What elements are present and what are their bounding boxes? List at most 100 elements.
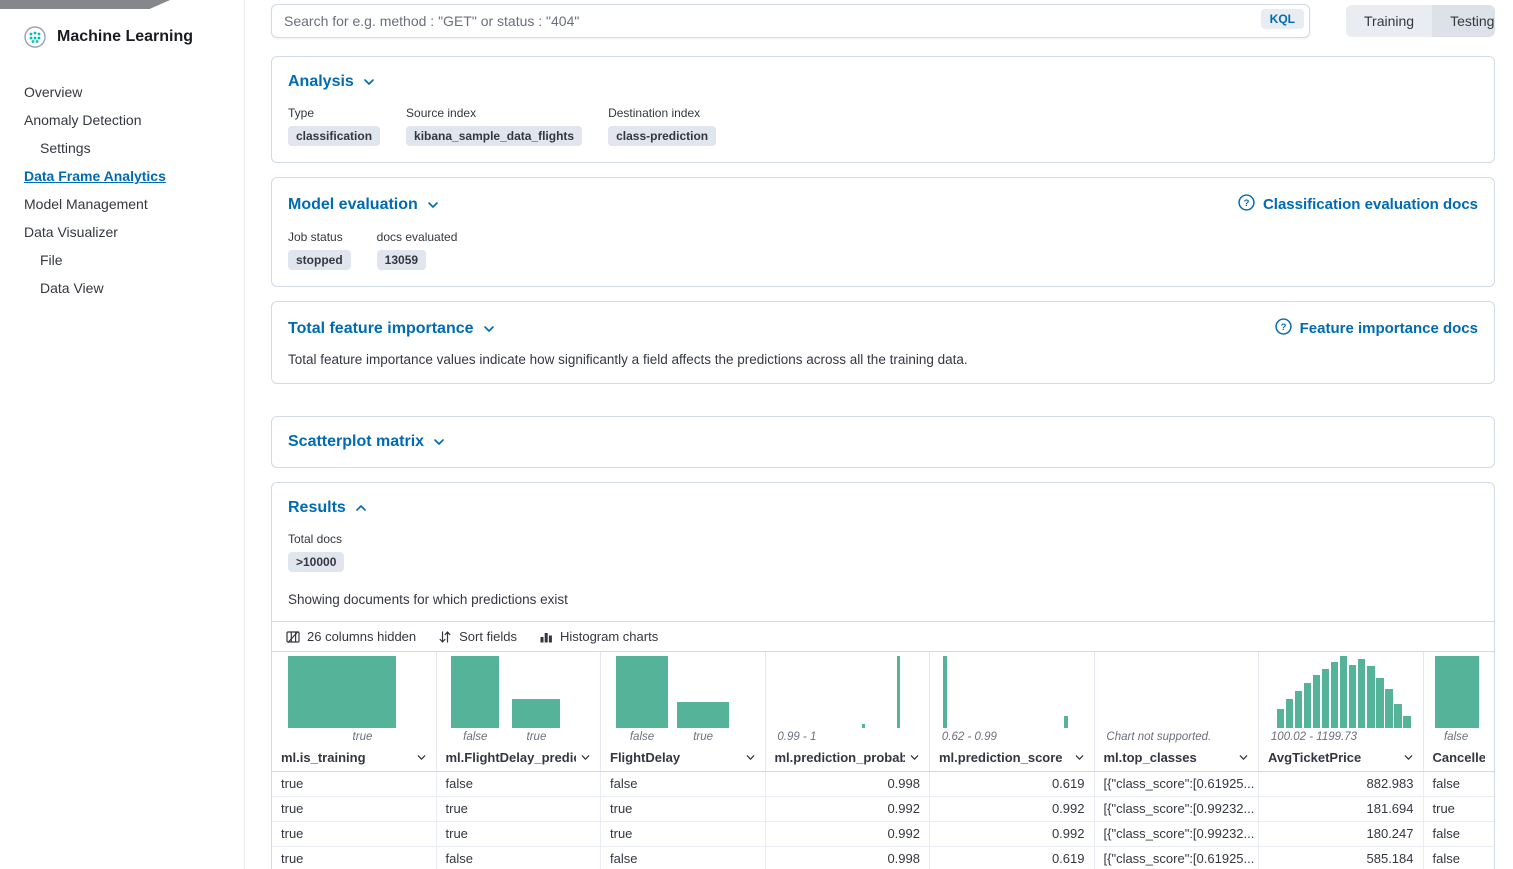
column-name: ml.prediction_score [939,750,1070,765]
table-cell: 0.992 [766,822,931,846]
table-cell: false [437,772,602,796]
chevron-down-icon [433,436,445,448]
grid-column: 100.02 - 1199.73AvgTicketPrice [1259,652,1424,771]
table-cell: true [601,797,766,821]
feature-importance-title: Total feature importance [288,320,474,338]
sidebar: Machine Learning OverviewAnomaly Detecti… [0,0,245,869]
histogram-labels: 0.62 - 0.99 [939,730,1085,747]
histogram-labels: false [1433,730,1486,747]
sidebar-item-data-visualizer[interactable]: Data Visualizer [0,218,244,246]
table-cell: [{"class_score":[0.99232... [1095,797,1260,821]
sidebar-item-model-management[interactable]: Model Management [0,190,244,218]
histogram-bar [512,699,560,728]
histogram-bar [862,724,865,728]
table-cell: true [272,772,437,796]
histogram-label: 0.99 - 1 [777,731,816,743]
scatterplot-accordion-toggle[interactable]: Scatterplot matrix [288,433,445,451]
model-evaluation-panel: Model evaluation ? Classification evalua… [271,177,1495,287]
table-cell: 882.983 [1259,772,1424,796]
toolbar-26-columns-hidden-button[interactable]: 26 columns hidden [286,629,416,644]
chevron-down-icon [1238,752,1249,763]
histogram-bar [1394,704,1402,728]
column-header-ml.is_training[interactable]: ml.is_training [272,747,436,771]
grid-column: falseCancelled [1424,652,1495,771]
sidebar-item-data-frame-analytics[interactable]: Data Frame Analytics [0,162,244,190]
app-title: Machine Learning [57,28,193,46]
table-cell: 0.619 [930,847,1095,869]
grid-column: 0.62 - 0.99 ml.prediction_score [930,652,1095,771]
classification-evaluation-docs-link[interactable]: ? Classification evaluation docs [1238,194,1478,215]
histogram-label: false [630,731,654,743]
table-cell: true [272,797,437,821]
grid-column: Chart not supported.ml.top_classes [1095,652,1260,771]
training-button[interactable]: Training [1346,5,1432,37]
showing-documents-text: Showing documents for which predictions … [288,592,1478,607]
field: Job statusstopped [288,230,351,270]
histogram-labels: 0.99 - 1 [775,730,921,747]
chevron-up-icon [355,502,367,514]
field-value-badge: stopped [288,250,351,270]
sidebar-nav: OverviewAnomaly DetectionSettingsData Fr… [0,78,244,302]
column-header-FlightDelay[interactable]: FlightDelay [601,747,765,771]
column-header-ml.prediction_score[interactable]: ml.prediction_score [930,747,1094,771]
table-cell: true [437,822,602,846]
feature-importance-accordion-toggle[interactable]: Total feature importance [288,320,495,338]
sidebar-item-file[interactable]: File [0,246,244,274]
field-label: Destination index [608,106,716,120]
field: docs evaluated13059 [377,230,458,270]
histogram-bar [677,702,729,728]
table-row: truetruetrue0.9920.992[{"class_score":[0… [272,797,1494,822]
feature-importance-docs-link[interactable]: ? Feature importance docs [1275,318,1478,339]
histogram-bar [1277,709,1285,728]
field-value-badge: kibana_sample_data_flights [406,126,582,146]
chevron-down-icon [1403,752,1414,763]
sidebar-item-anomaly-detection[interactable]: Anomaly Detection [0,106,244,134]
column-header-ml.FlightDelay_prediction[interactable]: ml.FlightDelay_prediction [437,747,601,771]
toolbar-button-label: Histogram charts [560,629,658,644]
column-header-Cancelled[interactable]: Cancelled [1424,747,1495,771]
results-accordion-toggle[interactable]: Results [288,499,367,517]
field-value-badge: classification [288,126,380,146]
table-cell: [{"class_score":[0.99232... [1095,822,1260,846]
table-cell: false [601,772,766,796]
table-cell: 0.992 [930,797,1095,821]
histogram-bar [1376,678,1384,728]
model-evaluation-accordion-toggle[interactable]: Model evaluation [288,196,439,214]
column-header-AvgTicketPrice[interactable]: AvgTicketPrice [1259,747,1423,771]
histogram-label: true [693,731,713,743]
analysis-panel: Analysis TypeclassificationSource indexk… [271,56,1495,163]
table-cell: 0.992 [930,822,1095,846]
kql-badge[interactable]: KQL [1261,9,1304,29]
field-value-badge: class-prediction [608,126,716,146]
feature-importance-panel: Total feature importance ? Feature impor… [271,301,1495,384]
sidebar-item-settings[interactable]: Settings [0,134,244,162]
table-cell: false [1424,822,1495,846]
histogram-bar [288,656,396,728]
column-name: ml.FlightDelay_prediction [446,750,577,765]
grid-body: truefalsefalse0.9980.619[{"class_score":… [272,772,1494,869]
testing-button[interactable]: Testing [1432,5,1495,37]
machine-learning-logo-icon [24,26,46,48]
sidebar-item-overview[interactable]: Overview [0,78,244,106]
column-name: AvgTicketPrice [1268,750,1399,765]
analysis-accordion-toggle[interactable]: Analysis [288,73,375,91]
column-header-ml.prediction_probability[interactable]: ml.prediction_probability [766,747,930,771]
svg-text:?: ? [1244,198,1250,209]
search-input[interactable] [271,4,1310,38]
chevron-down-icon [363,76,375,88]
chevron-down-icon [580,752,591,763]
column-header-ml.top_classes[interactable]: ml.top_classes [1095,747,1259,771]
app-root: Machine Learning OverviewAnomaly Detecti… [0,0,1513,869]
histogram-bar [897,656,900,728]
histogram-chart [775,656,921,728]
column-name: FlightDelay [610,750,741,765]
chevron-down-icon [909,752,920,763]
histogram-chart [281,656,427,728]
grid-header-row: trueml.is_trainingfalsetrueml.FlightDela… [272,652,1494,772]
toolbar-sort-fields-button[interactable]: Sort fields [438,629,517,644]
sidebar-item-data-view[interactable]: Data View [0,274,244,302]
histogram-bar [1313,675,1321,728]
topbar: KQL Training Testing [271,4,1495,38]
toolbar-histogram-charts-button[interactable]: Histogram charts [539,629,658,644]
table-cell: [{"class_score":[0.61925... [1095,847,1260,869]
